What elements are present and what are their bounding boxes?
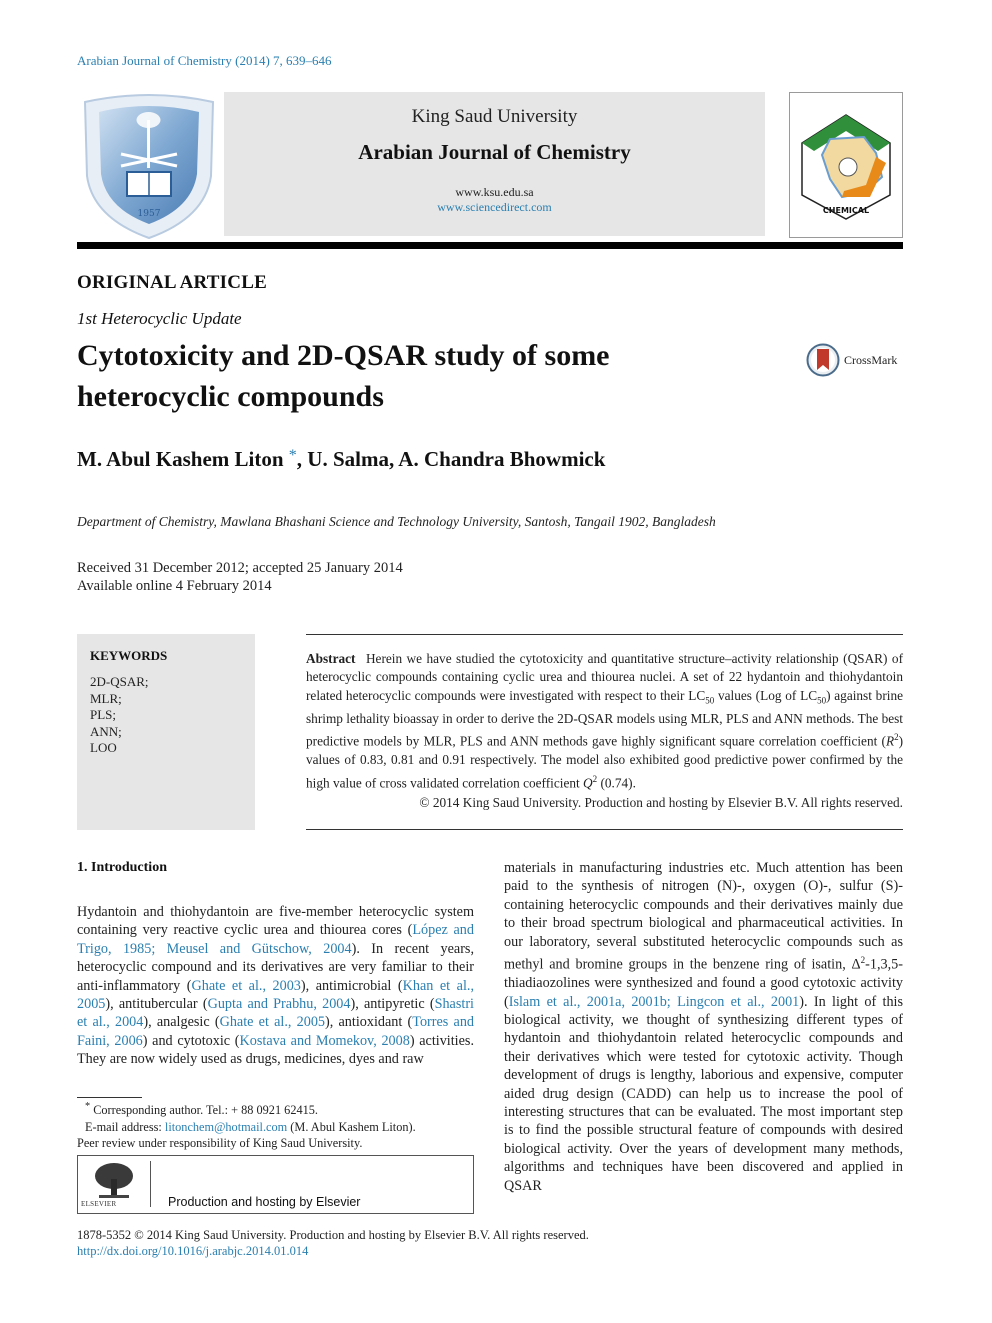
elsevier-divider <box>150 1161 151 1207</box>
elsevier-hosting-box: ELSEVIER Production and hosting by Elsev… <box>77 1155 474 1214</box>
email-label: E-mail address: <box>85 1119 165 1134</box>
crossmark-icon <box>806 343 840 377</box>
doi-link[interactable]: http://dx.doi.org/10.1016/j.arabjc.2014.… <box>77 1244 308 1259</box>
footnote-rule <box>77 1097 142 1098</box>
shield-crest-icon: 1957 <box>83 94 215 240</box>
body-text: ), antitubercular ( <box>105 996 208 1013</box>
affiliation: Department of Chemistry, Mawlana Bhashan… <box>77 514 716 529</box>
article-section: 1st Heterocyclic Update <box>77 309 242 328</box>
peer-review-note: Peer review under responsibility of King… <box>77 1136 363 1151</box>
abstract-bottom-rule <box>306 829 903 830</box>
keywords-heading: KEYWORDS <box>90 648 168 663</box>
subscript: 50 <box>817 695 827 706</box>
svg-text:1957: 1957 <box>138 209 161 219</box>
body-column-right: materials in manufacturing industries et… <box>504 859 903 1195</box>
crossmark-button[interactable]: CrossMark <box>806 343 897 377</box>
saudi-chemical-society-logo: CHEMICAL <box>789 92 903 238</box>
email-suffix: (M. Abul Kashem Liton). <box>287 1119 416 1134</box>
available-online-date: Available online 4 February 2014 <box>77 578 272 594</box>
corresponding-author-marker[interactable]: * <box>289 447 297 464</box>
keyword-item: ANN; <box>90 723 122 739</box>
variable-q: Q <box>583 774 593 790</box>
keywords-list: 2D-QSAR; MLR; PLS; ANN; LOO <box>90 674 149 757</box>
variable-r: R <box>885 733 895 749</box>
sciencedirect-link[interactable]: www.sciencedirect.com <box>437 200 552 214</box>
citation-link[interactable]: Gupta and Prabhu, 2004 <box>208 996 351 1012</box>
body-text: ), antipyretic ( <box>350 996 435 1013</box>
author-email-link[interactable]: litonchem@hotmail.com <box>165 1120 287 1134</box>
author-list: M. Abul Kashem Liton *, U. Salma, A. Cha… <box>77 447 605 472</box>
footnotes: * Corresponding author. Tel.: + 88 0921 … <box>77 1099 477 1152</box>
journal-header-banner: King Saud University Arabian Journal of … <box>224 92 765 236</box>
abstract-text: (0.74). <box>597 774 636 790</box>
article-title: Cytotoxicity and 2D-QSAR study of some h… <box>77 339 610 413</box>
king-saud-university-logo: 1957 <box>77 92 222 240</box>
section-heading-introduction: 1. Introduction <box>77 860 167 875</box>
emblem-text: CHEMICAL <box>823 206 869 215</box>
body-text: ), analgesic ( <box>143 1014 220 1031</box>
chemical-society-emblem-icon: CHEMICAL <box>801 114 891 220</box>
elsevier-wordmark: ELSEVIER <box>81 1200 117 1208</box>
ksu-url: www.ksu.edu.sa <box>455 185 534 199</box>
abstract-copyright: © 2014 King Saud University. Production … <box>419 795 903 810</box>
keyword-item: PLS; <box>90 707 117 722</box>
abstract-text: values (Log of LC <box>714 687 818 703</box>
corresponding-text: Corresponding author. Tel.: + 88 0921 62… <box>90 1103 318 1118</box>
body-text: ) and cytotoxic ( <box>142 1032 240 1049</box>
abstract-top-rule <box>306 634 903 635</box>
email-note: E-mail address: litonchem@hotmail.com (M… <box>77 1119 477 1136</box>
keyword-item: MLR; <box>90 690 122 706</box>
elsevier-hosting-text: Production and hosting by Elsevier <box>168 1195 361 1209</box>
author-corresponding: M. Abul Kashem Liton <box>77 447 284 471</box>
citation-link[interactable]: Ghate et al., 2005 <box>220 1014 325 1030</box>
author-others: , U. Salma, A. Chandra Bhowmick <box>296 447 606 471</box>
abstract-heading: Abstract <box>306 651 356 666</box>
body-text: ). In light of this biological activity,… <box>504 993 903 1194</box>
university-name: King Saud University <box>411 106 578 127</box>
citation-link[interactable]: Ghate et al., 2003 <box>191 978 300 994</box>
keyword-item: 2D-QSAR; <box>90 674 149 689</box>
journal-name: Arabian Journal of Chemistry <box>358 140 631 164</box>
article-type: ORIGINAL ARTICLE <box>77 272 267 293</box>
citation-link[interactable]: Islam et al., 2001a, 2001b; Lingcon et a… <box>509 994 800 1010</box>
body-text: materials in manufacturing industries et… <box>504 860 903 973</box>
header-divider-bar <box>77 242 903 249</box>
crossmark-label: CrossMark <box>844 352 898 367</box>
issn-copyright: 1878-5352 © 2014 King Saud University. P… <box>77 1228 589 1242</box>
subscript: 50 <box>705 695 715 706</box>
keywords-panel: KEYWORDS 2D-QSAR; MLR; PLS; ANN; LOO <box>77 634 255 830</box>
body-column-left: Hydantoin and thiohydantoin are five-mem… <box>77 903 474 1069</box>
received-accepted-date: Received 31 December 2012; accepted 25 J… <box>77 560 403 576</box>
corresponding-author-note: * Corresponding author. Tel.: + 88 0921 … <box>77 1099 477 1119</box>
journal-reference-link[interactable]: Arabian Journal of Chemistry (2014) 7, 6… <box>77 53 332 69</box>
citation-link[interactable]: Kostava and Momekov, 2008 <box>240 1033 410 1049</box>
body-text: ), antimicrobial ( <box>300 977 403 994</box>
keyword-item: LOO <box>90 740 117 755</box>
article-dates: Received 31 December 2012; accepted 25 J… <box>77 559 403 595</box>
abstract: Abstract Herein we have studied the cyto… <box>306 650 903 792</box>
body-text: ), antioxidant ( <box>325 1014 413 1031</box>
